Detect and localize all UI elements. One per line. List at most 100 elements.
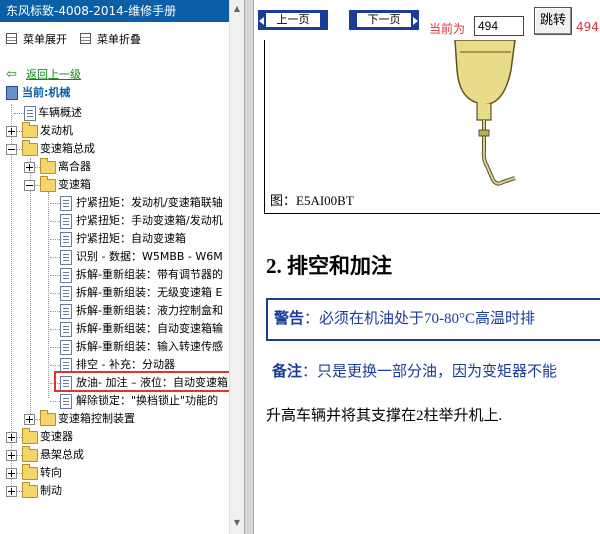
tree-item-doc[interactable]: 拆解-重新组装：输入转速传感 (0, 338, 228, 356)
tree-item-brakes[interactable]: 制动 (0, 482, 228, 500)
document-icon (60, 340, 72, 355)
tree-item-label: 转向 (40, 466, 62, 479)
tree-item-suspension[interactable]: 悬架总成 (0, 446, 228, 464)
back-up-link[interactable]: ⇦ 返回上一级 (6, 66, 206, 84)
folder-icon (40, 158, 56, 174)
document-icon (60, 304, 72, 319)
note-line: 备注：只是更换一部分油，因为变矩器不能 (272, 360, 557, 381)
pane-splitter[interactable] (244, 0, 254, 534)
note-text: ：只是更换一部分油，因为变矩器不能 (302, 364, 558, 380)
document-icon (60, 250, 72, 265)
tree-item-doc[interactable]: 拆解-重新组装：带有调节器的 (0, 266, 228, 284)
next-page-button[interactable]: 下一页 (349, 10, 419, 30)
instruction-paragraph: 升高车辆并将其支撑在2柱举升机上. (266, 408, 503, 424)
tree-item-doc[interactable]: 拆解-重新组装：无级变速箱 E (0, 284, 228, 302)
menu-icon (6, 33, 17, 44)
tree-item-label: 拧紧扭矩：自动变速箱 (76, 232, 186, 245)
figure-caption: 图：E5AI00BT (270, 193, 354, 208)
tree-item-doc[interactable]: 识别 - 数据：W5MBB - W6M (0, 248, 228, 266)
scroll-down-arrow-icon[interactable]: ▼ (230, 516, 244, 530)
tree-item-doc[interactable]: 拆解-重新组装：液力控制盒和 (0, 302, 228, 320)
folder-icon (40, 410, 56, 426)
page-number-input[interactable] (474, 16, 524, 36)
tree-item-label: 悬架总成 (40, 448, 84, 461)
left-triangle-icon (259, 17, 264, 25)
tree-item-label: 拧紧扭矩：发动机/变速箱联轴 (76, 196, 223, 209)
tree-item-label: 拆解-重新组装：无级变速箱 E (76, 286, 223, 299)
expand-plus-icon[interactable] (24, 414, 35, 425)
left-vertical-scrollbar[interactable]: ▲ ▼ (229, 0, 244, 534)
document-icon (60, 394, 72, 409)
oil-funnel-illustration (454, 39, 516, 186)
tree-item-doc[interactable]: 拧紧扭矩：发动机/变速箱联轴 (0, 194, 228, 212)
tree-item-gearbox-control[interactable]: 变速箱控制装置 (0, 410, 228, 428)
tree-item-clutch[interactable]: 离合器 (0, 158, 228, 176)
jump-button[interactable]: 跳转 (534, 7, 572, 35)
left-navigation-pane: 东风标致-4008-2014-维修手册 菜单展开 菜单折叠 ⇦ 返回上一级 当前… (0, 0, 244, 534)
tree-item-doc[interactable]: 拧紧扭矩：自动变速箱 (0, 230, 228, 248)
collapse-minus-icon[interactable] (6, 144, 17, 155)
total-pages: 494 (576, 20, 599, 34)
menu-icon (80, 33, 91, 44)
tree-item-engine[interactable]: 发动机 (0, 122, 228, 140)
tree-item-label: 制动 (40, 484, 62, 497)
folder-icon (22, 122, 38, 138)
collapse-minus-icon[interactable] (24, 180, 35, 191)
tree-item-steering[interactable]: 转向 (0, 464, 228, 482)
current-node: 当前:机械 (6, 84, 206, 102)
back-arrow-icon: ⇦ (6, 67, 17, 82)
tree-item-label: 拆解-重新组装：自动变速箱输 (76, 322, 223, 335)
document-icon (60, 232, 72, 247)
tree-item-label: 拆解-重新组装：液力控制盒和 (76, 304, 223, 317)
book-icon (6, 86, 18, 100)
warning-text: ：必须在机油处于70-80°C高温时排 (304, 311, 536, 327)
menu-collapse-button[interactable]: 菜单折叠 (80, 32, 141, 48)
current-page-label: 当前为 (429, 22, 466, 36)
content-bottom-area (254, 519, 600, 534)
tree-item-label: 拆解-重新组装：带有调节器的 (76, 268, 223, 281)
tree-item-label: 识别 - 数据：W5MBB - W6M (76, 250, 223, 263)
figure-frame: 图：E5AI00BT (264, 30, 600, 214)
expand-plus-icon[interactable] (24, 162, 35, 173)
tree-item-transmission[interactable]: 变速器 (0, 428, 228, 446)
tree-item-label: 离合器 (58, 160, 91, 173)
expand-plus-icon[interactable] (6, 486, 17, 497)
tree-item-transmission-assembly[interactable]: 变速箱总成 (0, 140, 228, 158)
tree-item-label: 发动机 (40, 124, 73, 137)
tree-item-label: 车辆概述 (38, 106, 82, 119)
folder-icon (22, 464, 38, 480)
expand-plus-icon[interactable] (6, 126, 17, 137)
document-icon (60, 286, 72, 301)
page-navigation-bar: 上一页 下一页 当前为 跳转 494 (254, 0, 600, 40)
tree-item-doc[interactable]: 解除锁定："换档锁止"功能的 (0, 392, 228, 410)
tree-item-label: 变速箱 (58, 178, 91, 191)
tree-item-label: 拆解-重新组装：输入转速传感 (76, 340, 223, 353)
warning-box: 警告：必须在机油处于70-80°C高温时排 (266, 298, 600, 341)
expand-plus-icon[interactable] (6, 450, 17, 461)
tree-item-doc[interactable]: 拆解-重新组装：自动变速箱输 (0, 320, 228, 338)
expand-plus-icon[interactable] (6, 432, 17, 443)
menu-expand-button[interactable]: 菜单展开 (6, 32, 67, 48)
tree-item-vehicle-overview[interactable]: 车辆概述 (0, 104, 228, 122)
tree-item-label: 拧紧扭矩：手动变速箱/发动机 (76, 214, 223, 227)
document-icon (60, 322, 72, 337)
expand-plus-icon[interactable] (6, 468, 17, 479)
folder-icon (22, 428, 38, 444)
folder-icon (40, 176, 56, 192)
folder-icon (22, 482, 38, 498)
prev-page-button[interactable]: 上一页 (258, 10, 328, 30)
manual-title: 东风标致-4008-2014-维修手册 (0, 0, 244, 22)
tree-item-label: 解除锁定："换档锁止"功能的 (76, 394, 219, 407)
tree-item-label: 变速箱控制装置 (58, 412, 135, 425)
tree-item-label: 变速器 (40, 430, 73, 443)
tree-item-doc[interactable]: 拧紧扭矩：手动变速箱/发动机 (0, 212, 228, 230)
scroll-up-arrow-icon[interactable]: ▲ (230, 2, 244, 16)
selected-item-highlight (54, 371, 232, 392)
tree-item-gearbox[interactable]: 变速箱 (0, 176, 228, 194)
document-icon (24, 106, 36, 121)
folder-icon (22, 446, 38, 462)
warning-label: 警告 (274, 311, 305, 327)
right-triangle-icon (413, 17, 418, 25)
document-icon (60, 268, 72, 283)
folder-icon (22, 140, 38, 156)
